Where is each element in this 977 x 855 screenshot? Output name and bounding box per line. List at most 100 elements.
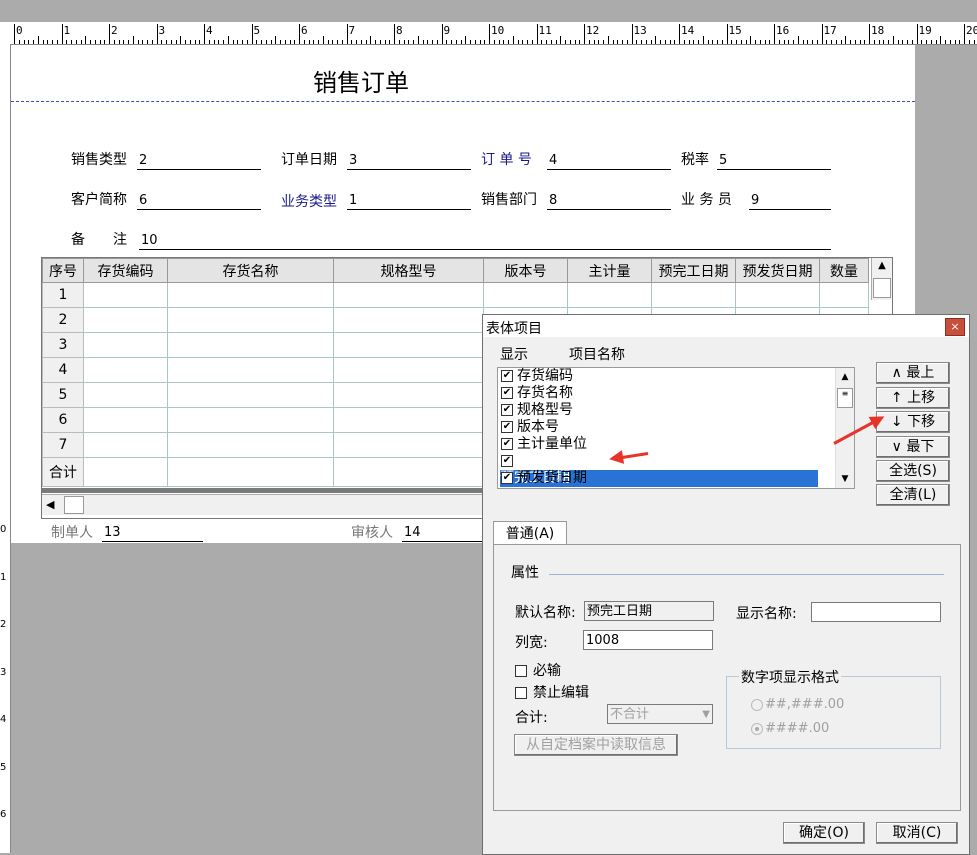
items-listbox[interactable]: ✔ 存货编码 ✔ 存货名称 ✔ 规格型号 ✔ 版本号 ✔ 主计量单位 ✔预完工日期 ✔ 预发货日期 ▲ … (497, 367, 855, 489)
grid-header-cell[interactable]: 版本号 (483, 258, 568, 283)
ruler-minor-tick (778, 40, 780, 44)
grid-cell[interactable] (167, 382, 334, 408)
ruler-minor-tick (702, 36, 704, 44)
grid-cell[interactable] (167, 307, 334, 333)
grid-cell[interactable] (167, 357, 334, 383)
grid-cell[interactable] (167, 332, 334, 358)
required-checkbox[interactable]: 必输 (514, 660, 561, 680)
grid-cell[interactable] (567, 282, 652, 308)
ruler-minor-tick (721, 40, 723, 44)
grid-cell[interactable] (83, 382, 168, 408)
list-item[interactable]: ✔ 存货编码 (500, 368, 834, 385)
ruler-number: 11 (538, 24, 552, 37)
grid-header-cell[interactable]: 预发货日期 (735, 258, 820, 283)
grid-cell[interactable] (83, 357, 168, 383)
grid-vscroll[interactable]: ▲ (871, 258, 892, 300)
list-item[interactable]: ✔ 主计量单位 (500, 436, 834, 453)
move-bottom-button[interactable]: ∨ 最下 (876, 436, 950, 458)
list-item[interactable]: ✔ 版本号 (500, 419, 834, 436)
grid-cell[interactable] (333, 382, 484, 408)
list-item[interactable]: ✔预完工日期 (500, 453, 834, 487)
grid-cell[interactable] (83, 332, 168, 358)
tab-general[interactable]: 普通(A) (493, 521, 567, 546)
grid-header-cell[interactable]: 规格型号 (333, 258, 484, 283)
ruler-minor-tick (360, 40, 362, 44)
grid-cell[interactable] (83, 282, 168, 308)
ok-button[interactable]: 确定(O) (783, 822, 865, 844)
checkbox-icon[interactable] (515, 665, 527, 677)
ruler-minor-tick (541, 40, 543, 44)
grid-cell[interactable] (483, 282, 568, 308)
grid-header-cell[interactable]: 主计量 (567, 258, 652, 283)
ruler-minor-tick (413, 40, 414, 44)
ruler-major-tick (916, 24, 918, 44)
grid-cell[interactable] (167, 282, 334, 308)
scroll-thumb[interactable] (873, 278, 891, 298)
select-all-button[interactable]: 全选(S) (876, 460, 950, 482)
grid-cell[interactable] (819, 282, 869, 308)
ruler-minor-tick (161, 40, 163, 44)
grid-cell[interactable] (167, 407, 334, 433)
ruler-major-tick (631, 24, 633, 44)
grid-header-cell[interactable]: 预完工日期 (651, 258, 736, 283)
hscroll-thumb[interactable] (64, 496, 84, 514)
grid-cell[interactable] (83, 407, 168, 433)
dialog-titlebar[interactable]: 表体项目 × (483, 315, 969, 337)
salesman-field[interactable]: 9 (749, 192, 831, 210)
reviewer-field[interactable]: 14 (402, 524, 484, 542)
sales-dept-field[interactable]: 8 (547, 192, 671, 210)
cancel-button[interactable]: 取消(C) (876, 822, 958, 844)
checkbox-icon[interactable] (515, 687, 527, 699)
grid-header-cell[interactable]: 序号 (42, 258, 84, 283)
checkbox-checked-icon[interactable]: ✔ (501, 472, 513, 484)
scroll-up-icon[interactable]: ▲ (836, 368, 854, 386)
checkbox-checked-icon[interactable]: ✔ (501, 404, 513, 416)
close-icon[interactable]: × (945, 318, 965, 336)
grid-cell[interactable] (735, 282, 820, 308)
ruler-number: 5 (0, 761, 7, 773)
biz-type-field[interactable]: 1 (347, 192, 471, 210)
scroll-down-icon[interactable]: ▼ (836, 470, 854, 488)
list-item[interactable]: ✔ 存货名称 (500, 385, 834, 402)
width-input[interactable]: 1008 (583, 630, 713, 650)
grid-cell[interactable] (333, 432, 484, 458)
maker-field[interactable]: 13 (102, 524, 203, 542)
tax-rate-field[interactable]: 5 (717, 152, 831, 170)
grid-cell[interactable] (333, 407, 484, 433)
list-item[interactable]: ✔ 预发货日期 (500, 470, 834, 487)
grid-cell[interactable] (83, 432, 168, 458)
maker-label: 制单人 (51, 525, 93, 541)
grid-header-cell[interactable]: 数量 (819, 258, 869, 283)
listbox-scrollbar[interactable]: ▲ ≡ ▼ (835, 368, 854, 488)
scroll-left-icon[interactable]: ◀ (46, 498, 54, 511)
grid-cell[interactable] (333, 282, 484, 308)
grid-cell[interactable] (333, 332, 484, 358)
ruler-minor-tick (56, 40, 58, 44)
grid-header-cell[interactable]: 存货编码 (83, 258, 168, 283)
customer-field[interactable]: 6 (137, 192, 261, 210)
checkbox-checked-icon[interactable]: ✔ (501, 387, 513, 399)
move-top-button[interactable]: ∧ 最上 (876, 362, 950, 384)
order-date-field[interactable]: 3 (347, 152, 471, 170)
order-no-field[interactable]: 4 (547, 152, 671, 170)
grid-cell[interactable] (333, 307, 484, 333)
remark-field[interactable]: 10 (139, 232, 831, 250)
grid-cell[interactable] (651, 282, 736, 308)
no-edit-checkbox[interactable]: 禁止编辑 (514, 682, 589, 702)
checkbox-checked-icon[interactable]: ✔ (501, 370, 513, 382)
sales-type-field[interactable]: 2 (137, 152, 261, 170)
move-up-button[interactable]: ↑ 上移 (876, 387, 950, 409)
list-item[interactable]: ✔ 规格型号 (500, 402, 834, 419)
clear-all-button[interactable]: 全清(L) (876, 484, 950, 506)
grid-cell[interactable] (333, 357, 484, 383)
checkbox-checked-icon[interactable]: ✔ (501, 455, 513, 467)
checkbox-checked-icon[interactable]: ✔ (501, 421, 513, 433)
grid-cell[interactable] (83, 307, 168, 333)
scroll-up-icon[interactable]: ▲ (872, 258, 892, 274)
scroll-thumb[interactable]: ≡ (837, 388, 853, 408)
checkbox-checked-icon[interactable]: ✔ (501, 438, 513, 450)
grid-header-cell[interactable]: 存货名称 (167, 258, 334, 283)
display-name-input[interactable] (811, 602, 941, 622)
grid-cell[interactable] (167, 432, 334, 458)
ruler-minor-tick (52, 40, 53, 44)
